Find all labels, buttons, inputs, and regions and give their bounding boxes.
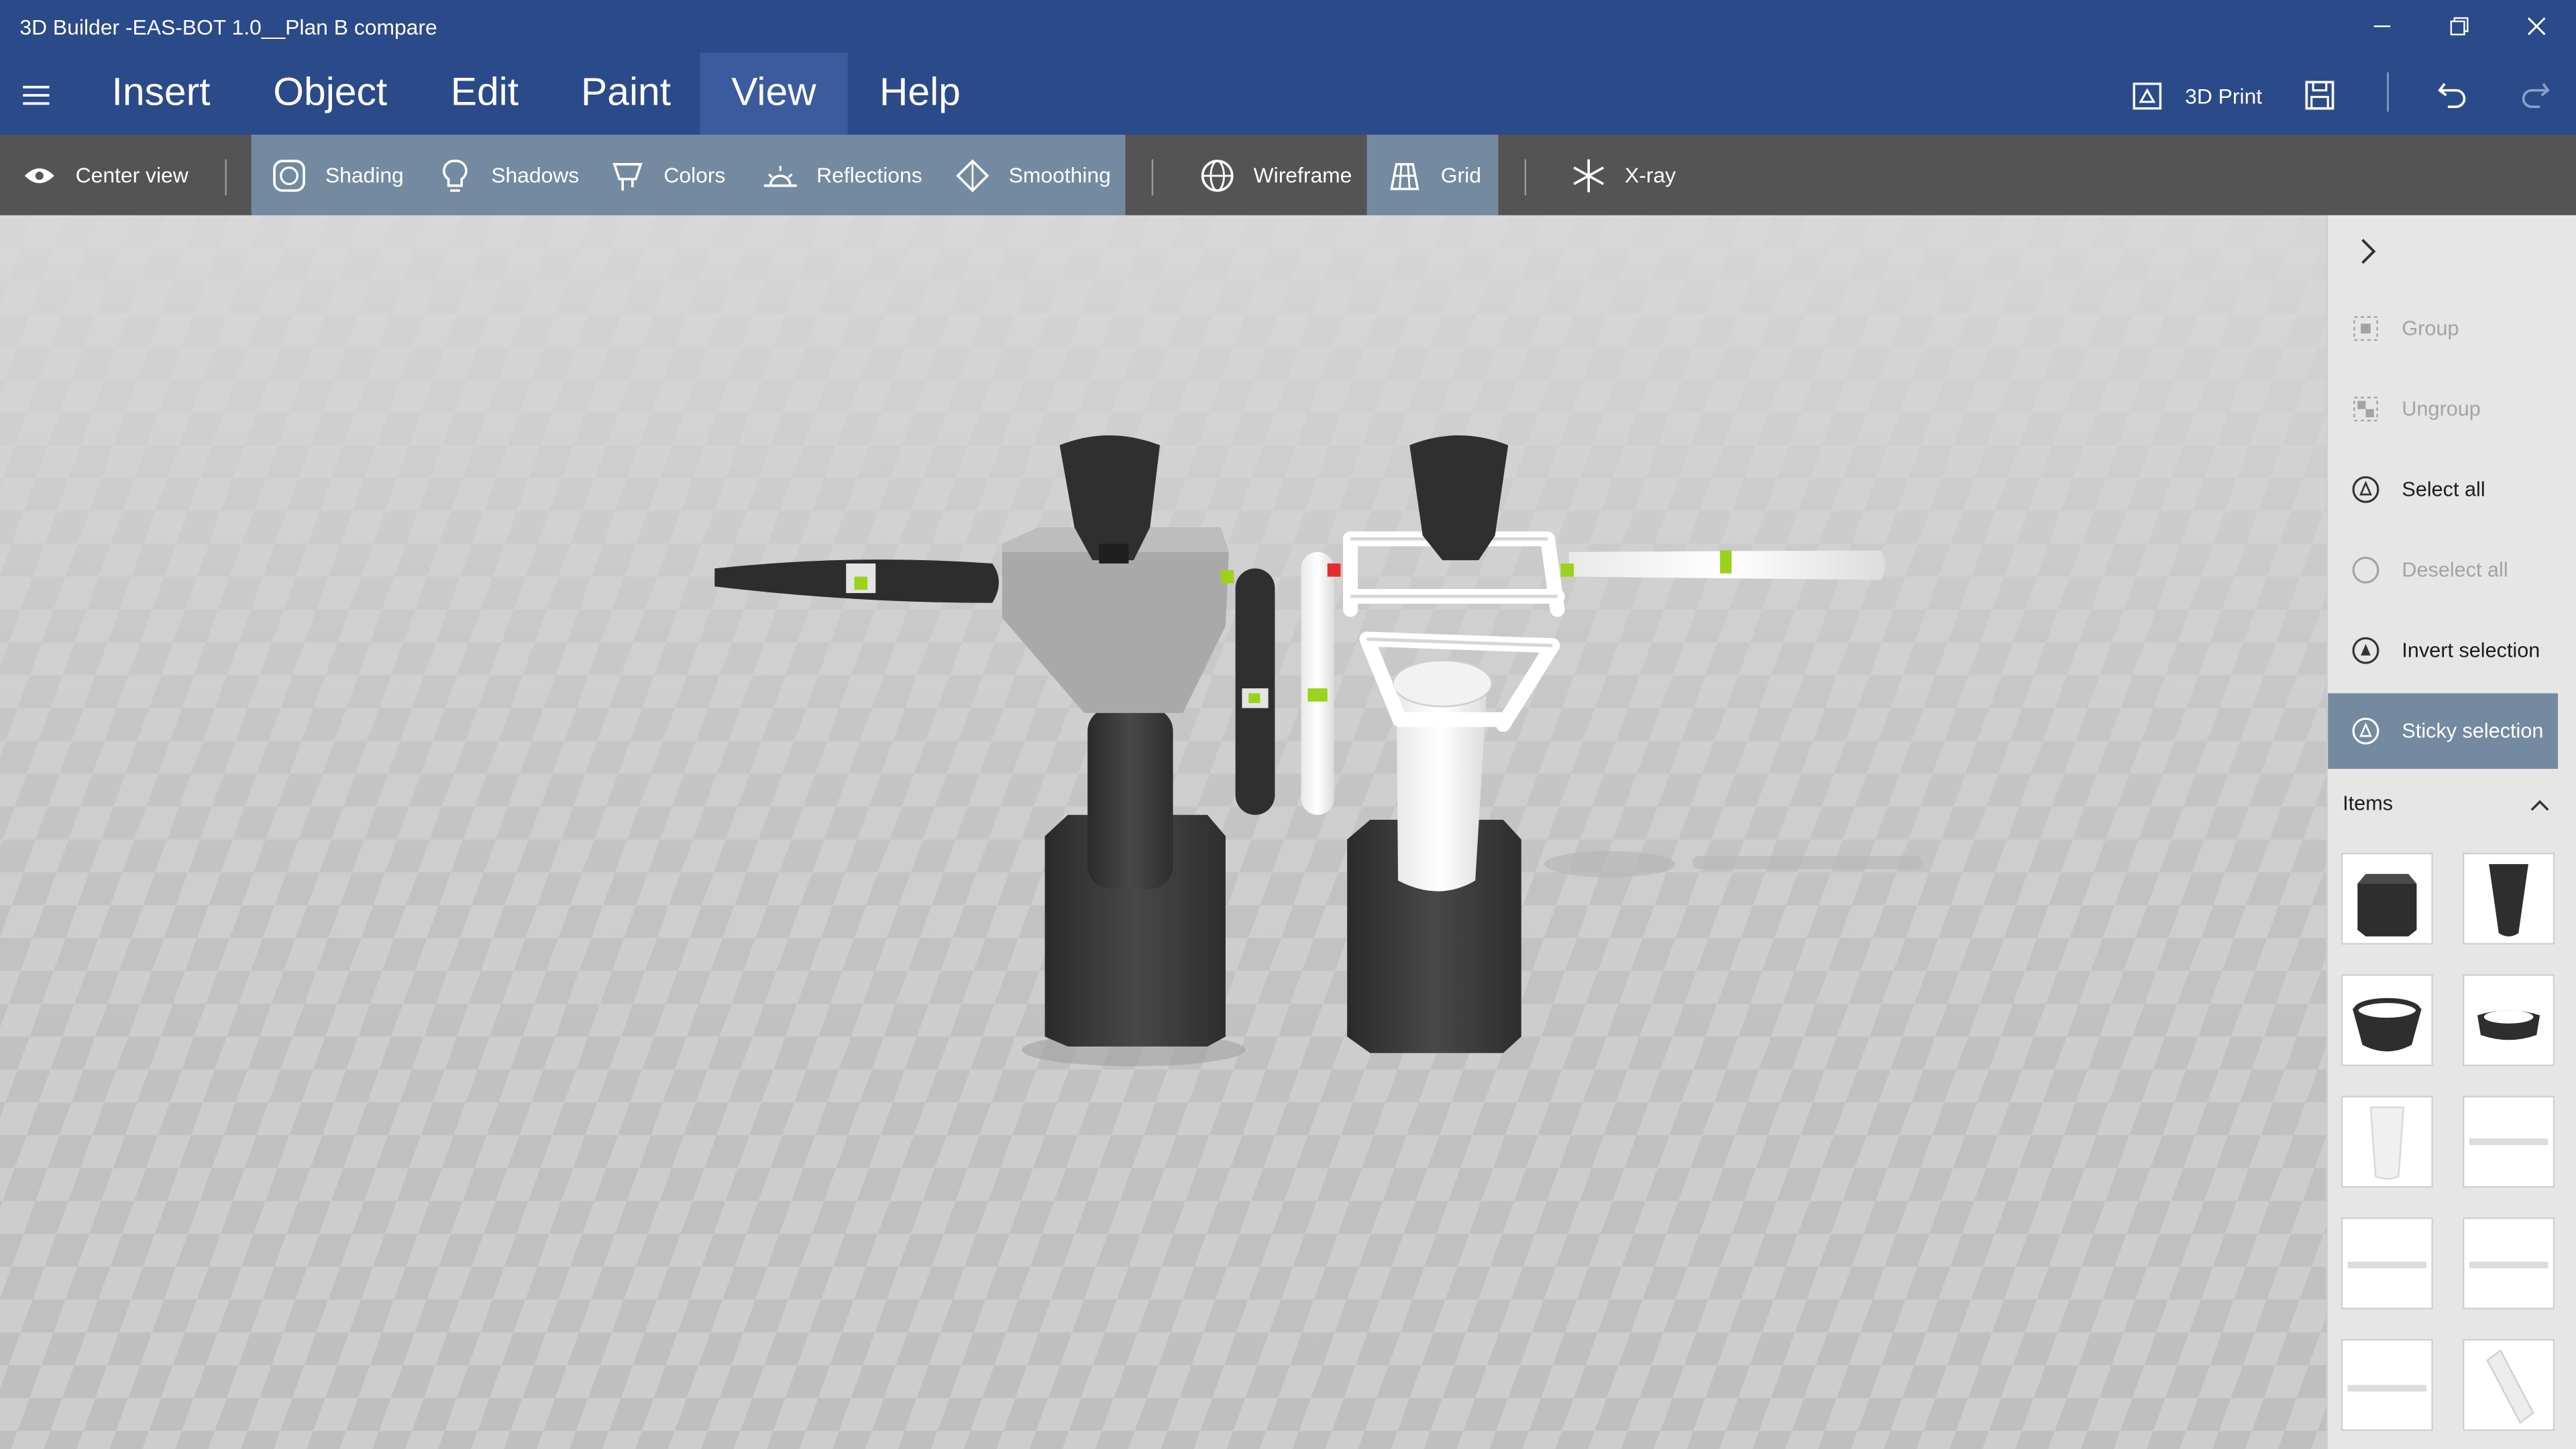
xray-label: X-ray: [1625, 162, 1676, 188]
xray-button[interactable]: X-ray: [1569, 135, 1676, 215]
asterisk-icon: [1569, 155, 1609, 195]
scene-canvas: [0, 215, 2326, 1449]
deselect-all-button[interactable]: Deselect all: [2328, 532, 2558, 608]
divider: [225, 159, 227, 196]
invert-selection-button[interactable]: Invert selection: [2328, 612, 2558, 688]
redo-icon[interactable]: [2517, 76, 2557, 115]
paint-bucket-icon: [608, 155, 647, 195]
grid-label: Grid: [1440, 162, 1481, 188]
item-thumbnail[interactable]: [2463, 974, 2555, 1067]
sticky-selection-icon: [2351, 716, 2380, 746]
group-label: Group: [2402, 317, 2459, 340]
smoothing-label: Smoothing: [1008, 162, 1111, 188]
center-view-label: Center view: [75, 162, 189, 188]
ungroup-label: Ungroup: [2402, 397, 2481, 421]
invert-selection-label: Invert selection: [2402, 639, 2540, 662]
items-header[interactable]: Items: [2328, 779, 2576, 828]
select-all-icon: [2351, 475, 2380, 504]
item-thumbnail[interactable]: [2463, 853, 2555, 945]
invert-selection-icon: [2351, 636, 2380, 665]
grid-icon: [1385, 155, 1424, 195]
view-ribbon: Center view Shading Shadows Colors Refle…: [0, 134, 2576, 215]
minimize-icon[interactable]: [2345, 0, 2420, 52]
ungroup-icon: [2351, 394, 2380, 424]
3d-viewport[interactable]: [0, 215, 2326, 1449]
shading-icon: [270, 155, 309, 195]
item-thumbnail[interactable]: [2341, 974, 2433, 1067]
globe-icon: [1197, 155, 1237, 195]
collapse-panel-chevron-icon[interactable]: [2351, 235, 2383, 268]
item-thumbnail[interactable]: [2341, 1095, 2433, 1188]
select-all-button[interactable]: Select all: [2328, 451, 2558, 527]
menu-view[interactable]: View: [700, 52, 848, 135]
sunrise-icon: [761, 155, 800, 195]
app-window: 3D Builder -EAS-BOT 1.0__Plan B compare …: [0, 0, 2576, 1449]
menu-edit[interactable]: Edit: [431, 52, 539, 134]
close-icon[interactable]: [2499, 0, 2575, 52]
sticky-selection-button[interactable]: Sticky selection: [2328, 693, 2559, 769]
menu-object[interactable]: Object: [250, 52, 411, 134]
menu-insert[interactable]: Insert: [89, 52, 233, 134]
lightbulb-icon: [435, 155, 475, 195]
smoothing-button[interactable]: Smoothing: [953, 135, 1111, 215]
shading-label: Shading: [325, 162, 404, 188]
3d-print-label: 3D Print: [2185, 83, 2263, 108]
3d-print-button[interactable]: 3D Print: [2129, 72, 2262, 119]
shadows-button[interactable]: Shadows: [435, 135, 579, 215]
menu-help[interactable]: Help: [861, 52, 979, 134]
reflections-label: Reflections: [816, 162, 922, 188]
shadows-label: Shadows: [491, 162, 580, 188]
ungroup-button[interactable]: Ungroup: [2328, 371, 2558, 447]
item-thumbnail[interactable]: [2463, 1217, 2555, 1309]
chevron-up-icon: [2528, 794, 2551, 813]
item-thumbnail[interactable]: [2341, 1338, 2433, 1432]
hamburger-menu-icon[interactable]: [19, 79, 56, 112]
menu-paint[interactable]: Paint: [562, 52, 690, 134]
deselect-all-label: Deselect all: [2402, 558, 2508, 582]
select-all-label: Select all: [2402, 478, 2485, 501]
items-header-label: Items: [2343, 792, 2394, 815]
sticky-selection-label: Sticky selection: [2402, 719, 2544, 743]
group-button[interactable]: Group: [2328, 290, 2558, 366]
save-icon[interactable]: [2302, 76, 2341, 115]
title-bar: 3D Builder -EAS-BOT 1.0__Plan B compare …: [0, 0, 2576, 135]
wireframe-label: Wireframe: [1253, 162, 1352, 188]
undo-icon[interactable]: [2434, 76, 2474, 115]
divider: [1524, 159, 1527, 196]
shading-button[interactable]: Shading: [270, 135, 404, 215]
group-icon: [2351, 314, 2380, 343]
center-view-button[interactable]: Center view: [19, 135, 189, 215]
item-thumbnail[interactable]: [2341, 1217, 2433, 1309]
restore-icon[interactable]: [2422, 0, 2498, 52]
colors-button[interactable]: Colors: [608, 135, 725, 215]
divider: [2387, 72, 2389, 112]
eye-icon: [19, 155, 59, 195]
diamond-icon: [953, 155, 992, 195]
colors-label: Colors: [663, 162, 726, 188]
item-thumbnail[interactable]: [2463, 1338, 2555, 1432]
reflections-button[interactable]: Reflections: [761, 135, 922, 215]
window-title: 3D Builder -EAS-BOT 1.0__Plan B compare: [19, 15, 437, 40]
wireframe-button[interactable]: Wireframe: [1197, 135, 1352, 215]
item-thumbnail[interactable]: [2463, 1095, 2555, 1188]
item-thumbnail[interactable]: [2341, 853, 2433, 945]
grid-button[interactable]: Grid: [1385, 135, 1481, 215]
deselect-all-icon: [2351, 555, 2380, 585]
divider: [1151, 159, 1154, 196]
3d-print-icon: [2129, 77, 2165, 113]
side-panel: Group Ungroup Select all Deselect all In…: [2326, 215, 2576, 1449]
